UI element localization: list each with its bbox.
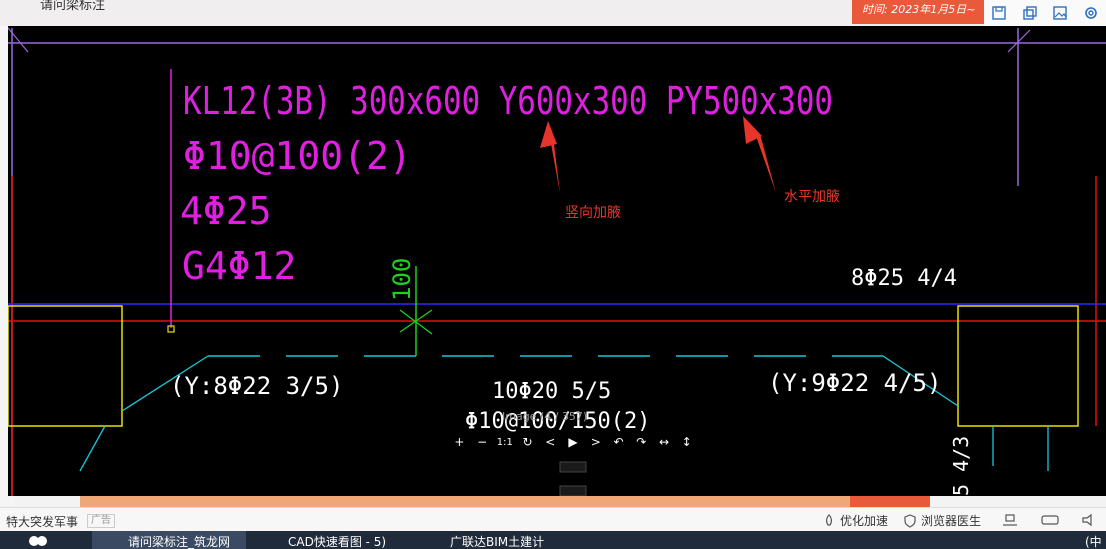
annotation-vertical: 竖向加腋 xyxy=(565,205,621,221)
arrow-vertical-tip xyxy=(540,121,557,148)
rotate-left-button[interactable]: ↶ xyxy=(607,435,630,449)
flip-horizontal-button[interactable]: ↔ xyxy=(653,435,676,449)
grid-cross-left xyxy=(8,27,29,53)
flip-vertical-button[interactable]: ↕ xyxy=(675,435,698,449)
arrow-vertical-head xyxy=(546,138,560,193)
viewer-toolbar xyxy=(984,0,1106,26)
browser-doctor-button[interactable]: 浏览器医生 xyxy=(903,512,981,529)
shield-icon xyxy=(904,513,916,528)
right-haunch-label: (Y:9Φ22 4/5) xyxy=(768,369,941,397)
taskbar: 请问梁标注_筑龙网 CAD快速看图 - 5) 广联达BIM土建计 (中 xyxy=(0,531,1106,549)
settings-icon xyxy=(1084,7,1097,19)
top-bar-label: 4Φ25 xyxy=(180,189,272,233)
optimize-button[interactable]: 优化加速 xyxy=(822,512,888,529)
beam-label: KL12(3B) 300x600 Y600x300 PY500x300 xyxy=(183,79,833,123)
copy-window-icon xyxy=(1023,6,1037,20)
mid-bottom-label: 10Φ20 5/5 xyxy=(492,379,611,404)
zoom-out-button[interactable]: − xyxy=(471,435,494,449)
right-top-bar-label: 8Φ25 4/4 xyxy=(851,266,957,291)
annotation-horizontal: 水平加腋 xyxy=(784,189,840,205)
image-icon xyxy=(1053,6,1067,20)
news-link[interactable]: 特大突发军事 xyxy=(6,513,78,530)
play-button[interactable]: ▶ xyxy=(562,435,585,449)
browser-doctor-label: 浏览器医生 xyxy=(921,514,982,528)
thumb-box-2 xyxy=(559,485,587,496)
optimize-label: 优化加速 xyxy=(840,514,889,528)
image-controls: + − 1:1 ↻ < ▶ > ↶ ↷ ↔ ↕ xyxy=(448,432,698,452)
image-button[interactable] xyxy=(1048,2,1072,24)
time-banner: 时间: 2023年1月5日~ xyxy=(852,0,986,24)
volume-icon[interactable] xyxy=(1080,512,1100,528)
image-file-name: Image (4 / 357) xyxy=(502,410,588,423)
page-title: 请问梁标注 xyxy=(40,0,106,13)
dim-100-label: 100 xyxy=(388,258,416,301)
side-bar-label: G4Φ12 xyxy=(182,244,296,288)
cad-image-viewer[interactable]: 100 KL12(3B) 300x600 Y600x300 PY500x300 … xyxy=(8,26,1106,496)
save-icon xyxy=(992,6,1006,20)
task-label: 请问梁标注_筑龙网 xyxy=(128,535,231,549)
save-button[interactable] xyxy=(987,2,1011,24)
copy-window-button[interactable] xyxy=(1018,2,1042,24)
right-vertical-label: 5 4/3 xyxy=(949,436,973,496)
task-label: 广联达BIM土建计 xyxy=(450,535,545,549)
cad-drawing: 100 KL12(3B) 300x600 Y600x300 PY500x300 … xyxy=(8,27,1106,496)
right-column xyxy=(957,305,1079,427)
zoom-in-button[interactable]: + xyxy=(448,435,471,449)
tray-ime[interactable]: (中 xyxy=(1085,531,1106,549)
task-label: CAD快速看图 - 5) xyxy=(288,535,387,549)
thumb-box-1 xyxy=(559,461,587,473)
network-icon[interactable] xyxy=(1000,512,1020,528)
left-haunch-label: (Y:8Φ22 3/5) xyxy=(170,372,343,400)
arrow-horizontal-head xyxy=(756,134,776,193)
reset-button[interactable]: ↻ xyxy=(516,435,539,449)
taskbar-item-browser[interactable]: 请问梁标注_筑龙网 xyxy=(92,531,246,549)
grid-cross-right xyxy=(1007,29,1031,53)
rocket-icon xyxy=(826,513,832,526)
rotate-right-button[interactable]: ↷ xyxy=(630,435,653,449)
taskbar-item-cad[interactable]: CAD快速看图 - 5) xyxy=(260,531,410,549)
prev-button[interactable]: < xyxy=(539,435,562,449)
ad-badge: 广告 xyxy=(87,514,115,528)
vr-icon[interactable] xyxy=(1040,512,1060,528)
start-icon[interactable] xyxy=(28,534,48,548)
stirrup-label: Φ10@100(2) xyxy=(183,134,412,178)
browser-status-bar: 特大突发军事 广告 优化加速 浏览器医生 xyxy=(0,507,1106,532)
left-column xyxy=(8,305,123,427)
actual-size-button[interactable]: 1:1 xyxy=(493,437,516,448)
next-button[interactable]: > xyxy=(584,435,607,449)
taskbar-item-glodon[interactable]: 广联达BIM土建计 xyxy=(422,531,572,549)
left-diag-line xyxy=(79,425,106,472)
settings-button[interactable] xyxy=(1079,2,1103,24)
